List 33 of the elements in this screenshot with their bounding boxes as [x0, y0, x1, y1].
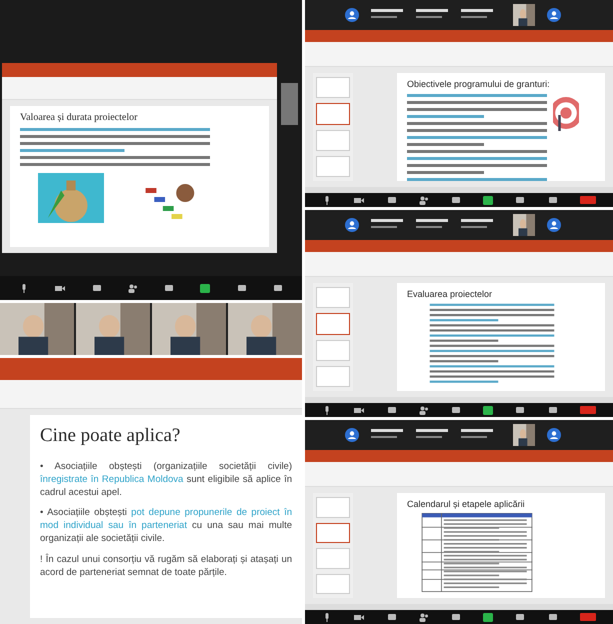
user-avatar-icon — [547, 428, 561, 442]
user-avatar-icon — [547, 218, 561, 232]
user-avatar-icon — [345, 428, 359, 442]
camera-icon[interactable] — [354, 406, 364, 414]
people-icon[interactable] — [128, 284, 138, 292]
bullet-text: ! În cazul unui consorțiu vă rugăm să elaborați și atașați un acord de parteneriat semnat de toate părțile. — [40, 554, 292, 580]
slide-title: Valoarea și durata proiectelor — [20, 112, 138, 123]
share-icon[interactable] — [483, 406, 494, 414]
slide-title: Calendarul și etapele aplicării — [407, 499, 526, 509]
share-icon[interactable] — [483, 612, 494, 622]
end-button[interactable] — [580, 613, 596, 621]
user-avatar-icon — [345, 218, 359, 232]
slide-thumbnail[interactable] — [316, 522, 350, 543]
slide-title: Cine poate aplica? — [40, 425, 182, 447]
slide-title: Evaluarea proiectelor — [407, 289, 494, 299]
end-button[interactable] — [580, 406, 596, 414]
share-icon[interactable] — [200, 284, 210, 292]
people-icon[interactable] — [418, 406, 429, 414]
camera-icon[interactable] — [354, 196, 364, 204]
video-tile — [281, 83, 298, 125]
people-icon[interactable] — [418, 196, 429, 204]
share-icon[interactable] — [483, 196, 494, 204]
end-button[interactable] — [580, 196, 596, 204]
camera-icon[interactable] — [55, 284, 66, 292]
user-avatar-icon — [547, 8, 561, 22]
bullet-text: • Asociațiile obștești pot depune propunerile de proiect în mod individual sau în parteneriat cu una sau mai multe organizații ale societății civile. — [40, 507, 292, 546]
slide-thumbnail[interactable] — [316, 103, 350, 124]
user-avatar-icon — [345, 8, 359, 22]
bullet-text: • Asociațiile obștești (organizațiile societății civile) înregistrate în Republica Moldova sunt eligibile să aplice în cadrul acestui apel. — [40, 461, 292, 500]
slide-title: Obiectivele programului de granturi: — [407, 79, 551, 89]
camera-icon[interactable] — [354, 612, 364, 622]
slide-thumbnail[interactable] — [316, 313, 350, 334]
people-icon[interactable] — [418, 612, 429, 622]
